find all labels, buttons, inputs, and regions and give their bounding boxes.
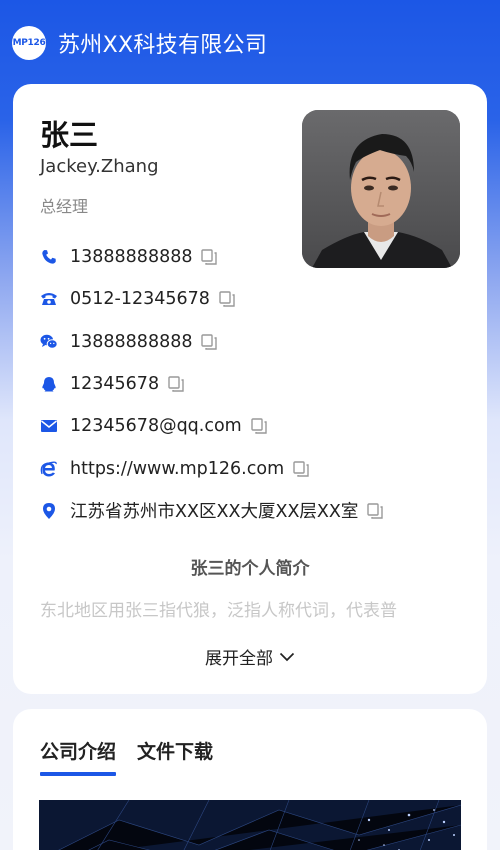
- app-header: MP126 苏州XX科技有限公司: [0, 0, 500, 86]
- contact-row-qq[interactable]: 12345678: [40, 363, 470, 405]
- expand-label: 展开全部: [205, 649, 273, 669]
- contact-value: 13888888888: [70, 247, 193, 268]
- contact-value: 12345678: [70, 374, 160, 395]
- contact-row-phone[interactable]: 13888888888: [40, 236, 470, 278]
- company-banner-image: [39, 800, 461, 850]
- intro-text: 东北地区用张三指代狼，泛指人称代词，代表普: [40, 601, 397, 621]
- english-name: Jackey.Zhang: [40, 156, 159, 177]
- copy-icon[interactable]: [250, 417, 268, 435]
- contact-list: 13888888888 0512-12345678 13888888888 12…: [40, 236, 470, 532]
- contact-row-wechat[interactable]: 13888888888: [40, 321, 470, 363]
- location-icon: [40, 502, 58, 520]
- logo-text: MP126: [12, 38, 46, 48]
- company-logo: MP126: [12, 26, 46, 60]
- section-tabs: 公司介绍 文件下载: [40, 737, 234, 776]
- expand-all-button[interactable]: 展开全部: [13, 644, 487, 669]
- company-section: 公司介绍 文件下载: [13, 709, 487, 850]
- browser-icon: [40, 460, 58, 478]
- qq-icon: [40, 375, 58, 393]
- job-title: 总经理: [40, 197, 89, 216]
- contact-row-website[interactable]: https://www.mp126.com: [40, 447, 470, 489]
- copy-icon[interactable]: [218, 290, 236, 308]
- copy-icon[interactable]: [200, 248, 218, 266]
- contact-value: 0512-12345678: [70, 289, 210, 310]
- contact-value: https://www.mp126.com: [70, 458, 285, 479]
- tab-file-download[interactable]: 文件下载: [137, 737, 213, 776]
- copy-icon[interactable]: [292, 460, 310, 478]
- copy-icon[interactable]: [366, 502, 384, 520]
- intro-title: 张三的个人简介: [190, 559, 310, 579]
- tab-company-intro[interactable]: 公司介绍: [40, 737, 117, 776]
- copy-icon[interactable]: [167, 375, 185, 393]
- chevron-down-icon: [279, 652, 295, 661]
- contact-row-telephone[interactable]: 0512-12345678: [40, 278, 470, 320]
- contact-value: 江苏省苏州市XX区XX大厦XX层XX室: [70, 502, 359, 523]
- contact-value: 12345678@qq.com: [70, 416, 242, 437]
- telephone-icon: [40, 290, 58, 308]
- email-icon: [40, 417, 58, 435]
- copy-icon[interactable]: [200, 333, 218, 351]
- business-card: 张三 Jackey.Zhang 总经理 13888888888 0512-123…: [13, 84, 487, 694]
- contact-value: 13888888888: [70, 331, 193, 352]
- contact-row-email[interactable]: 12345678@qq.com: [40, 405, 470, 447]
- phone-icon: [40, 248, 58, 266]
- person-name: 张三: [40, 118, 99, 152]
- contact-row-address[interactable]: 江苏省苏州市XX区XX大厦XX层XX室: [40, 490, 470, 532]
- company-name: 苏州XX科技有限公司: [58, 33, 268, 58]
- wechat-icon: [40, 333, 58, 351]
